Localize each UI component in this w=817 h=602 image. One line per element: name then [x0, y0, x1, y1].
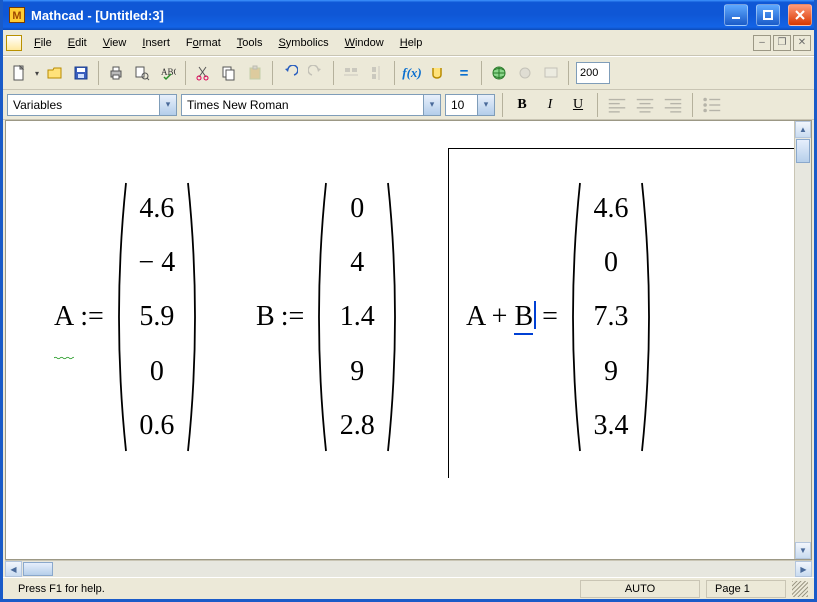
selection-frame — [448, 148, 808, 478]
format-toolbar: Variables ▾ Times New Roman ▾ 10 ▾ B I U — [3, 90, 814, 120]
scroll-thumb[interactable] — [796, 139, 810, 163]
minimize-button[interactable] — [724, 4, 748, 26]
scroll-up-button[interactable]: ▲ — [795, 121, 811, 138]
document-icon[interactable] — [6, 35, 22, 51]
operator: := — [80, 301, 104, 333]
scroll-left-button[interactable]: ◀ — [5, 561, 22, 577]
insert-component-button[interactable] — [513, 61, 537, 85]
title-bar: M Mathcad - [Untitled:3] — [3, 0, 814, 30]
align-left-button[interactable] — [605, 94, 629, 116]
matrix-cell: − 4 — [138, 236, 175, 289]
mdi-minimize-button[interactable]: – — [753, 35, 771, 51]
new-button[interactable] — [7, 61, 31, 85]
font-size-combo[interactable]: 10 ▾ — [445, 94, 495, 116]
horizontal-scrollbar[interactable]: ◀ ▶ — [5, 560, 812, 577]
zoom-to-fit-button[interactable] — [539, 61, 563, 85]
matrix-cell: 9 — [350, 345, 364, 398]
bullets-button[interactable] — [700, 94, 724, 116]
matrix-cell: 0.6 — [139, 399, 174, 452]
align-regions-button[interactable] — [339, 61, 363, 85]
wavy-underline-icon — [54, 337, 74, 343]
menu-symbolics[interactable]: Symbolics — [270, 34, 336, 52]
matrix-column: 041.492.8 — [330, 181, 384, 453]
chevron-down-icon[interactable]: ▾ — [423, 95, 440, 115]
variable-A: A — [54, 301, 74, 333]
spellcheck-button[interactable]: ABC — [156, 61, 180, 85]
scroll-thumb[interactable] — [23, 562, 53, 576]
maximize-button[interactable] — [756, 4, 780, 26]
cut-button[interactable] — [191, 61, 215, 85]
scroll-down-button[interactable]: ▼ — [795, 542, 811, 559]
status-page: Page 1 — [706, 580, 786, 598]
print-button[interactable] — [104, 61, 128, 85]
paren-close-icon — [184, 181, 204, 453]
scroll-right-button[interactable]: ▶ — [795, 561, 812, 577]
chevron-down-icon[interactable]: ▾ — [477, 95, 494, 115]
operator: := — [281, 301, 305, 333]
calculate-button[interactable]: = — [452, 61, 476, 85]
copy-button[interactable] — [217, 61, 241, 85]
matrix-cell: 4 — [350, 236, 364, 289]
paren-close-icon — [384, 181, 404, 453]
paren-open-icon — [310, 181, 330, 453]
paste-button[interactable] — [243, 61, 267, 85]
save-button[interactable] — [69, 61, 93, 85]
menu-bar: FileEditViewInsertFormatToolsSymbolicsWi… — [3, 30, 814, 56]
align-right-button[interactable] — [661, 94, 685, 116]
window-title: Mathcad - [Untitled:3] — [31, 8, 164, 23]
variable-B: B — [256, 301, 275, 333]
menu-help[interactable]: Help — [392, 34, 431, 52]
italic-button[interactable]: I — [538, 94, 562, 116]
menu-insert[interactable]: Insert — [134, 34, 178, 52]
status-auto: AUTO — [580, 580, 700, 598]
redo-button[interactable] — [304, 61, 328, 85]
font-size-value: 10 — [446, 98, 477, 112]
status-bar: Press F1 for help. AUTO Page 1 — [3, 577, 814, 599]
vertical-scrollbar[interactable]: ▲ ▼ — [794, 121, 811, 559]
menu-window[interactable]: Window — [337, 34, 392, 52]
menu-edit[interactable]: Edit — [60, 34, 95, 52]
print-preview-button[interactable] — [130, 61, 154, 85]
document-canvas[interactable]: A:=4.6− 45.900.6B:=041.492.8A + B=4.607.… — [5, 120, 812, 560]
matrix: 4.6− 45.900.6 — [110, 181, 204, 453]
new-dropdown[interactable]: ▾ — [33, 69, 41, 78]
math-region-1[interactable]: B:= 041.492.8 — [256, 181, 404, 453]
menu-format[interactable]: Format — [178, 34, 229, 52]
mdi-restore-button[interactable]: ❐ — [773, 35, 791, 51]
zoom-field[interactable]: 200 — [576, 62, 610, 84]
insert-hyperlink-button[interactable] — [487, 61, 511, 85]
mdi-close-button[interactable]: ✕ — [793, 35, 811, 51]
underline-button[interactable]: U — [566, 94, 590, 116]
matrix-cell: 1.4 — [340, 290, 375, 343]
matrix-cell: 0 — [350, 182, 364, 235]
matrix-cell: 5.9 — [139, 290, 174, 343]
style-combo[interactable]: Variables ▾ — [7, 94, 177, 116]
menu-file[interactable]: File — [26, 34, 60, 52]
align-regions2-button[interactable] — [365, 61, 389, 85]
matrix-cell: 0 — [150, 345, 164, 398]
font-combo-value: Times New Roman — [182, 98, 423, 112]
bold-button[interactable]: B — [510, 94, 534, 116]
undo-button[interactable] — [278, 61, 302, 85]
math-region-0[interactable]: A:= 4.6− 45.900.6 — [54, 181, 204, 453]
style-combo-value: Variables — [8, 98, 159, 112]
menu-tools[interactable]: Tools — [229, 34, 271, 52]
chevron-down-icon[interactable]: ▾ — [159, 95, 176, 115]
close-button[interactable] — [788, 4, 812, 26]
insert-function-button[interactable]: f(x) — [400, 61, 424, 85]
matrix: 041.492.8 — [310, 181, 404, 453]
resize-grip-icon[interactable] — [792, 581, 808, 597]
matrix-cell: 4.6 — [139, 182, 174, 235]
matrix-cell: 2.8 — [340, 399, 375, 452]
open-button[interactable] — [43, 61, 67, 85]
matrix-column: 4.6− 45.900.6 — [130, 181, 184, 453]
paren-open-icon — [110, 181, 130, 453]
insert-unit-button[interactable] — [426, 61, 450, 85]
align-center-button[interactable] — [633, 94, 657, 116]
font-combo[interactable]: Times New Roman ▾ — [181, 94, 441, 116]
app-icon: M — [9, 7, 25, 23]
menu-view[interactable]: View — [95, 34, 135, 52]
standard-toolbar: ▾ ABC f(x) = 200 — [3, 56, 814, 90]
status-help: Press F1 for help. — [9, 580, 574, 598]
